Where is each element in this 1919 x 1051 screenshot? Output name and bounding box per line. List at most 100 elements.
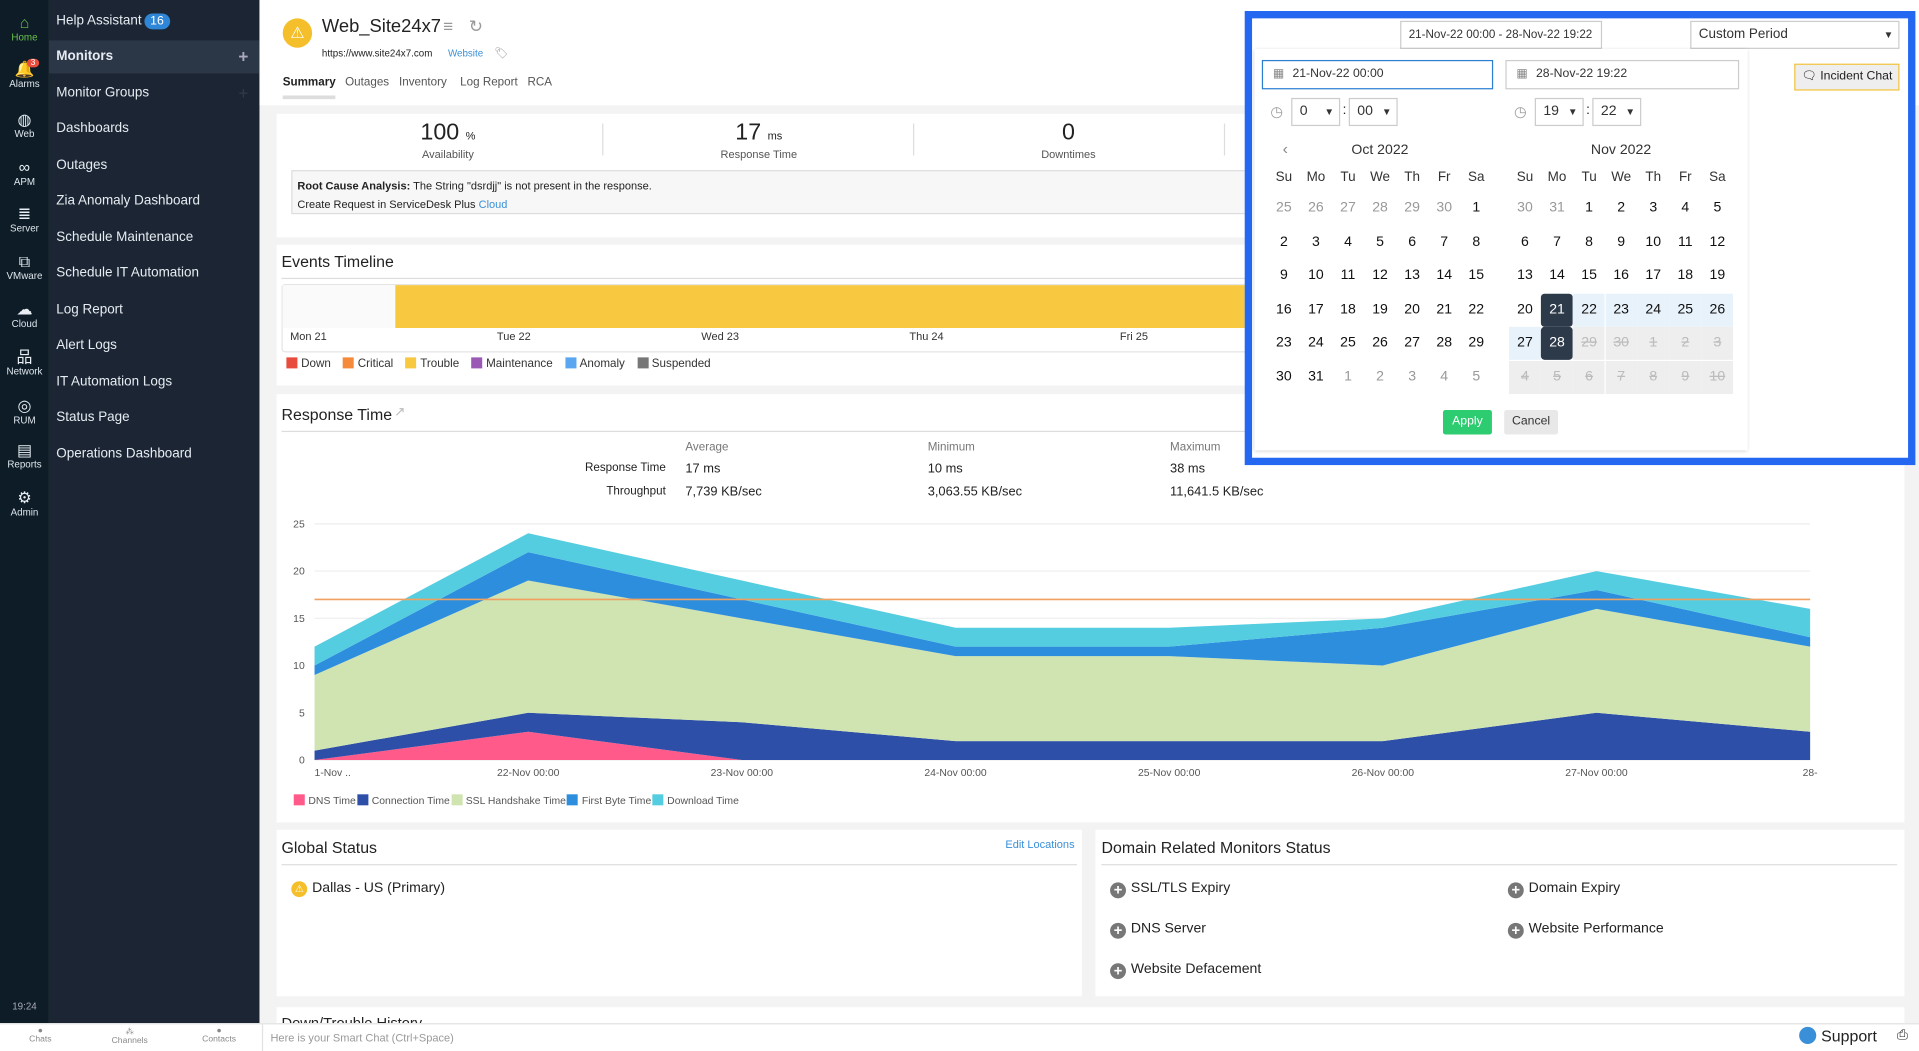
calendar-day[interactable]: 7 — [1605, 361, 1638, 395]
calendar-day[interactable]: 4 — [1332, 226, 1364, 259]
calendar-day[interactable]: 22 — [1460, 294, 1492, 327]
legend-item[interactable]: Down — [286, 357, 331, 371]
sidebar-item-alert-logs[interactable]: Alert Logs — [49, 329, 260, 362]
calendar-day[interactable]: 30 — [1605, 326, 1638, 360]
end-date-input[interactable]: ▦ 28-Nov-22 19:22 — [1505, 59, 1740, 90]
calendar-day[interactable]: 3 — [1637, 192, 1669, 225]
cancel-button[interactable]: Cancel — [1504, 410, 1559, 435]
calendar-day[interactable]: 23 — [1268, 327, 1300, 360]
calendar-day[interactable]: 2 — [1364, 361, 1396, 394]
calendar-day[interactable]: 15 — [1460, 259, 1492, 292]
calendar-day[interactable]: 16 — [1605, 259, 1637, 292]
calendar-day[interactable]: 4 — [1509, 361, 1541, 395]
date-range-input[interactable]: 21-Nov-22 00:00 - 28-Nov-22 19:22 — [1400, 20, 1603, 49]
calendar-day[interactable]: 14 — [1428, 259, 1460, 292]
sidebar-item-it-automation-logs[interactable]: IT Automation Logs — [49, 365, 260, 398]
sidebar-item-zia-anomaly-dashboard[interactable]: Zia Anomaly Dashboard — [49, 185, 260, 218]
notes-icon[interactable]: ⎙ — [1897, 1028, 1908, 1044]
period-select[interactable]: Custom Period ▼ — [1690, 20, 1900, 49]
legend-item[interactable]: Maintenance — [471, 357, 553, 371]
calendar-day[interactable]: 5 — [1701, 192, 1733, 225]
calendar-day[interactable]: 3 — [1701, 326, 1734, 360]
calendar-day[interactable]: 24 — [1637, 293, 1670, 327]
rail-item-vmware[interactable]: ⧉ VMware — [0, 253, 49, 282]
domain-monitor-item[interactable]: + SSL/TLS Expiry — [1110, 881, 1230, 899]
edit-locations-link[interactable]: Edit Locations — [1005, 838, 1074, 850]
calendar-day[interactable]: 26 — [1364, 327, 1396, 360]
calendar-day[interactable]: 21 — [1428, 294, 1460, 327]
legend-item[interactable]: Anomaly — [564, 357, 625, 371]
calendar-day[interactable]: 4 — [1669, 192, 1701, 225]
calendar-day[interactable]: 24 — [1300, 327, 1332, 360]
calendar-day[interactable]: 27 — [1332, 192, 1364, 225]
rail-item-admin[interactable]: ⚙ Admin — [0, 489, 49, 518]
calendar-day[interactable]: 28 — [1428, 327, 1460, 360]
sidebar-item-log-report[interactable]: Log Report — [49, 293, 260, 326]
channels-button[interactable]: ⁂ Channels — [108, 1027, 152, 1045]
calendar-day[interactable]: 13 — [1509, 259, 1541, 292]
calendar-day[interactable]: 2 — [1669, 326, 1702, 360]
legend-item[interactable]: Suspended — [637, 357, 711, 371]
calendar-day[interactable]: 1 — [1573, 192, 1605, 225]
legend-item[interactable]: Connection Time — [357, 794, 451, 807]
end-hour-select[interactable]: 19 ▼ — [1534, 97, 1584, 127]
legend-item[interactable]: SSL Handshake Time — [451, 794, 567, 807]
sidebar-item-status-page[interactable]: Status Page — [49, 401, 260, 434]
tab-log-report[interactable]: Log Report — [460, 76, 518, 96]
sidebar-item-dashboards[interactable]: Dashboards — [49, 113, 260, 146]
start-hour-select[interactable]: 0 ▼ — [1291, 97, 1341, 127]
calendar-day[interactable]: 6 — [1509, 226, 1541, 259]
calendar-day[interactable]: 26 — [1300, 192, 1332, 225]
legend-item[interactable]: Critical — [343, 357, 393, 371]
calendar-day[interactable]: 25 — [1268, 192, 1300, 225]
calendar-day[interactable]: 30 — [1509, 192, 1541, 225]
calendar-day[interactable]: 20 — [1396, 294, 1428, 327]
calendar-day[interactable]: 28 — [1364, 192, 1396, 225]
calendar-day[interactable]: 31 — [1541, 192, 1573, 225]
domain-monitor-item[interactable]: + Website Defacement — [1110, 962, 1261, 980]
add-icon[interactable]: + — [238, 76, 248, 109]
calendar-day[interactable]: 12 — [1364, 259, 1396, 292]
calendar-day[interactable]: 15 — [1573, 259, 1605, 292]
calendar-day[interactable]: 2 — [1605, 192, 1637, 225]
refresh-icon[interactable]: ↻ — [469, 16, 483, 37]
calendar-day[interactable]: 19 — [1701, 259, 1733, 292]
calendar-day[interactable]: 29 — [1396, 192, 1428, 225]
rail-item-rum[interactable]: ◎ RUM — [0, 397, 49, 426]
calendar-day[interactable]: 29 — [1460, 327, 1492, 360]
support-button[interactable]: Support — [1799, 1026, 1877, 1045]
legend-item[interactable]: Trouble — [405, 357, 459, 371]
calendar-day[interactable]: 9 — [1268, 259, 1300, 292]
sidebar-item-schedule-maintenance[interactable]: Schedule Maintenance — [49, 221, 260, 254]
calendar-day[interactable]: 9 — [1605, 226, 1637, 259]
calendar-day[interactable]: 17 — [1300, 294, 1332, 327]
tab-summary[interactable]: Summary — [282, 76, 336, 100]
calendar-day[interactable]: 30 — [1428, 192, 1460, 225]
calendar-day[interactable]: 30 — [1268, 361, 1300, 394]
start-minute-select[interactable]: 00 ▼ — [1348, 97, 1398, 127]
calendar-day[interactable]: 11 — [1669, 226, 1701, 259]
calendar-day[interactable]: 13 — [1396, 259, 1428, 292]
sidebar-item-monitor-groups[interactable]: Monitor Groups + — [49, 76, 260, 109]
calendar-day[interactable]: 19 — [1364, 294, 1396, 327]
calendar-day[interactable]: 27 — [1509, 326, 1541, 360]
calendar-day[interactable]: 4 — [1428, 361, 1460, 394]
calendar-day[interactable]: 25 — [1332, 327, 1364, 360]
calendar-day[interactable]: 7 — [1541, 226, 1573, 259]
calendar-day[interactable]: 12 — [1701, 226, 1733, 259]
tab-rca[interactable]: RCA — [528, 76, 553, 96]
smart-chat-input[interactable]: Here is your Smart Chat (Ctrl+Space) — [261, 1024, 1786, 1051]
rail-item-network[interactable]: 品 Network — [0, 348, 49, 377]
calendar-day[interactable]: 8 — [1573, 226, 1605, 259]
chats-button[interactable]: ● Chats — [24, 1027, 56, 1044]
sidebar-item-outages[interactable]: Outages — [49, 149, 260, 182]
calendar-day[interactable]: 2 — [1268, 226, 1300, 259]
calendar-day[interactable]: 29 — [1573, 326, 1606, 360]
calendar-day[interactable]: 17 — [1637, 259, 1669, 292]
calendar-day[interactable]: 1 — [1637, 326, 1670, 360]
calendar-day[interactable]: 1 — [1332, 361, 1364, 394]
calendar-day[interactable]: 10 — [1300, 259, 1332, 292]
calendar-day[interactable]: 3 — [1396, 361, 1428, 394]
calendar-day[interactable]: 1 — [1460, 192, 1492, 225]
legend-item[interactable]: Download Time — [652, 794, 740, 807]
